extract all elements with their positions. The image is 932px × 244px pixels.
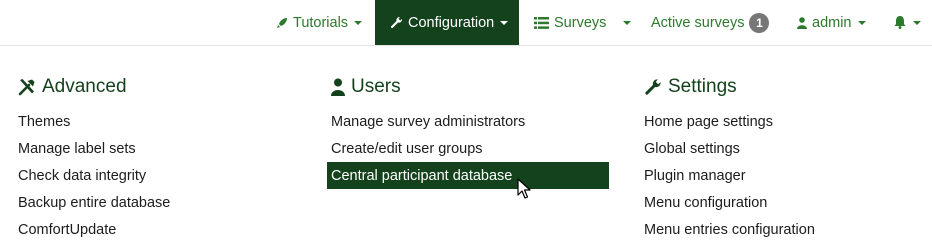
- user-icon: [331, 78, 347, 96]
- users-menu-list: Manage survey administrators Create/edit…: [327, 108, 609, 189]
- menu-item-menu-entries-configuration[interactable]: Menu entries configuration: [644, 216, 815, 243]
- mouse-cursor-icon: [517, 178, 531, 199]
- tools-icon: [18, 78, 38, 96]
- user-icon: [797, 16, 807, 29]
- menu-item-comfortupdate[interactable]: ComfortUpdate: [18, 216, 170, 243]
- configuration-label: Configuration: [408, 14, 495, 31]
- settings-column: Settings Home page settings Global setti…: [644, 70, 815, 243]
- active-surveys-label: Active surveys: [651, 14, 745, 31]
- settings-title: Settings: [668, 76, 737, 97]
- tutorials-label: Tutorials: [293, 14, 349, 31]
- menu-item-manage-survey-administrators[interactable]: Manage survey administrators: [327, 108, 609, 135]
- advanced-menu-list: Themes Manage label sets Check data inte…: [18, 108, 170, 243]
- menu-item-central-participant-database[interactable]: Central participant database: [327, 162, 609, 189]
- chevron-down-icon: [623, 20, 631, 25]
- advanced-heading: Advanced: [18, 70, 170, 104]
- settings-heading: Settings: [644, 70, 815, 104]
- menu-item-plugin-manager[interactable]: Plugin manager: [644, 162, 815, 189]
- top-navbar: Tutorials Configuration Surveys Active s…: [0, 0, 932, 46]
- admin-menu[interactable]: admin: [797, 0, 866, 45]
- tutorials-menu[interactable]: Tutorials: [276, 0, 363, 45]
- menu-item-themes[interactable]: Themes: [18, 108, 170, 135]
- menu-item-manage-label-sets[interactable]: Manage label sets: [18, 135, 170, 162]
- advanced-title: Advanced: [42, 76, 127, 97]
- surveys-dropdown-toggle[interactable]: [617, 0, 631, 45]
- active-surveys-count-badge: 1: [749, 12, 770, 33]
- surveys-label: Surveys: [554, 14, 607, 31]
- chevron-down-icon: [354, 20, 363, 25]
- notifications-menu[interactable]: [894, 0, 921, 45]
- wrench-icon: [644, 78, 664, 96]
- active-surveys-link[interactable]: Active surveys 1: [651, 0, 770, 45]
- settings-menu-list: Home page settings Global settings Plugi…: [644, 108, 815, 243]
- list-icon: [534, 16, 549, 29]
- users-title: Users: [351, 76, 401, 97]
- configuration-menu[interactable]: Configuration: [375, 0, 519, 45]
- rocket-icon: [276, 17, 288, 29]
- menu-item-create-edit-user-groups[interactable]: Create/edit user groups: [327, 135, 609, 162]
- menu-item-menu-configuration[interactable]: Menu configuration: [644, 189, 815, 216]
- menu-item-home-page-settings[interactable]: Home page settings: [644, 108, 815, 135]
- wrench-icon: [390, 16, 403, 29]
- chevron-down-icon: [857, 20, 866, 25]
- surveys-menu[interactable]: Surveys: [534, 0, 606, 45]
- users-heading: Users: [327, 70, 609, 104]
- menu-item-check-data-integrity[interactable]: Check data integrity: [18, 162, 170, 189]
- chevron-down-icon: [913, 20, 921, 25]
- advanced-column: Advanced Themes Manage label sets Check …: [18, 70, 170, 243]
- menu-item-backup-entire-database[interactable]: Backup entire database: [18, 189, 170, 216]
- bell-icon: [894, 16, 906, 29]
- admin-label: admin: [812, 14, 852, 31]
- chevron-down-icon: [500, 20, 509, 25]
- menu-item-global-settings[interactable]: Global settings: [644, 135, 815, 162]
- users-column: Users Manage survey administrators Creat…: [327, 70, 609, 189]
